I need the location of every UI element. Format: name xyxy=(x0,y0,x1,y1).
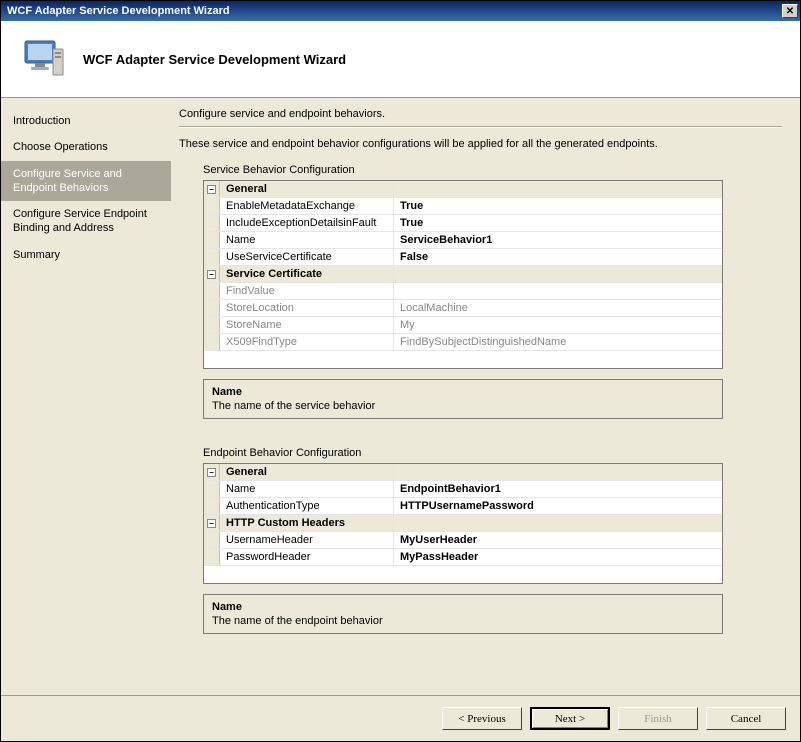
help-title: Name xyxy=(212,601,714,613)
grid-blank xyxy=(204,351,722,368)
service-grid-label: Service Behavior Configuration xyxy=(203,164,782,176)
wizard-header: WCF Adapter Service Development Wizard xyxy=(1,21,800,98)
collapse-icon[interactable]: − xyxy=(204,181,220,197)
collapse-icon[interactable]: − xyxy=(204,266,220,282)
grid-category-general[interactable]: − General xyxy=(204,464,722,481)
help-text: The name of the service behavior xyxy=(212,400,714,412)
grid-row[interactable]: UseServiceCertificateFalse xyxy=(204,249,722,266)
service-behavior-grid[interactable]: − General EnableMetadataExchangeTrue Inc… xyxy=(203,180,723,369)
wizard-footer: < Previous Next > Finish Cancel xyxy=(1,695,800,741)
header-title: WCF Adapter Service Development Wizard xyxy=(83,52,346,67)
endpoint-help-pane: Name The name of the endpoint behavior xyxy=(203,594,723,634)
next-button[interactable]: Next > xyxy=(530,707,610,730)
help-text: The name of the endpoint behavior xyxy=(212,615,714,627)
collapse-icon[interactable]: − xyxy=(204,464,220,480)
grid-category-certificate[interactable]: − Service Certificate xyxy=(204,266,722,283)
grid-blank xyxy=(204,566,722,583)
grid-row[interactable]: NameEndpointBehavior1 xyxy=(204,481,722,498)
sidebar: Introduction Choose Operations Configure… xyxy=(1,98,171,716)
close-button[interactable]: ✕ xyxy=(782,4,798,18)
grid-row[interactable]: EnableMetadataExchangeTrue xyxy=(204,198,722,215)
grid-row[interactable]: AuthenticationTypeHTTPUsernamePassword xyxy=(204,498,722,515)
sidebar-item-configure-behaviors[interactable]: Configure Service and Endpoint Behaviors xyxy=(1,161,171,202)
page-description-title: Configure service and endpoint behaviors… xyxy=(179,108,782,120)
cancel-button[interactable]: Cancel xyxy=(706,707,786,730)
page-description-text: These service and endpoint behavior conf… xyxy=(179,138,782,150)
service-help-pane: Name The name of the service behavior xyxy=(203,379,723,419)
grid-category-http-headers[interactable]: − HTTP Custom Headers xyxy=(204,515,722,532)
wizard-body: Introduction Choose Operations Configure… xyxy=(1,98,800,716)
grid-row[interactable]: IncludeExceptionDetailsinFaultTrue xyxy=(204,215,722,232)
grid-row[interactable]: PasswordHeaderMyPassHeader xyxy=(204,549,722,566)
help-title: Name xyxy=(212,386,714,398)
grid-row[interactable]: StoreNameMy xyxy=(204,317,722,334)
grid-row[interactable]: StoreLocationLocalMachine xyxy=(204,300,722,317)
grid-row[interactable]: X509FindTypeFindBySubjectDistinguishedNa… xyxy=(204,334,722,351)
endpoint-grid-label: Endpoint Behavior Configuration xyxy=(203,447,782,459)
collapse-icon[interactable]: − xyxy=(204,515,220,531)
sidebar-item-configure-binding[interactable]: Configure Service Endpoint Binding and A… xyxy=(1,201,171,242)
sidebar-item-introduction[interactable]: Introduction xyxy=(1,108,171,134)
sidebar-item-summary[interactable]: Summary xyxy=(1,242,171,268)
main-panel: Configure service and endpoint behaviors… xyxy=(171,98,800,716)
computer-icon xyxy=(19,35,67,83)
finish-button: Finish xyxy=(618,707,698,730)
grid-category-general[interactable]: − General xyxy=(204,181,722,198)
sidebar-item-choose-operations[interactable]: Choose Operations xyxy=(1,134,171,160)
grid-row[interactable]: FindValue xyxy=(204,283,722,300)
titlebar: WCF Adapter Service Development Wizard ✕ xyxy=(1,1,800,21)
previous-button[interactable]: < Previous xyxy=(442,707,522,730)
grid-row[interactable]: UsernameHeaderMyUserHeader xyxy=(204,532,722,549)
divider xyxy=(179,126,782,128)
grid-row[interactable]: NameServiceBehavior1 xyxy=(204,232,722,249)
window-title: WCF Adapter Service Development Wizard xyxy=(7,5,230,17)
wizard-window: WCF Adapter Service Development Wizard ✕… xyxy=(0,0,801,742)
endpoint-behavior-grid[interactable]: − General NameEndpointBehavior1 Authenti… xyxy=(203,463,723,584)
